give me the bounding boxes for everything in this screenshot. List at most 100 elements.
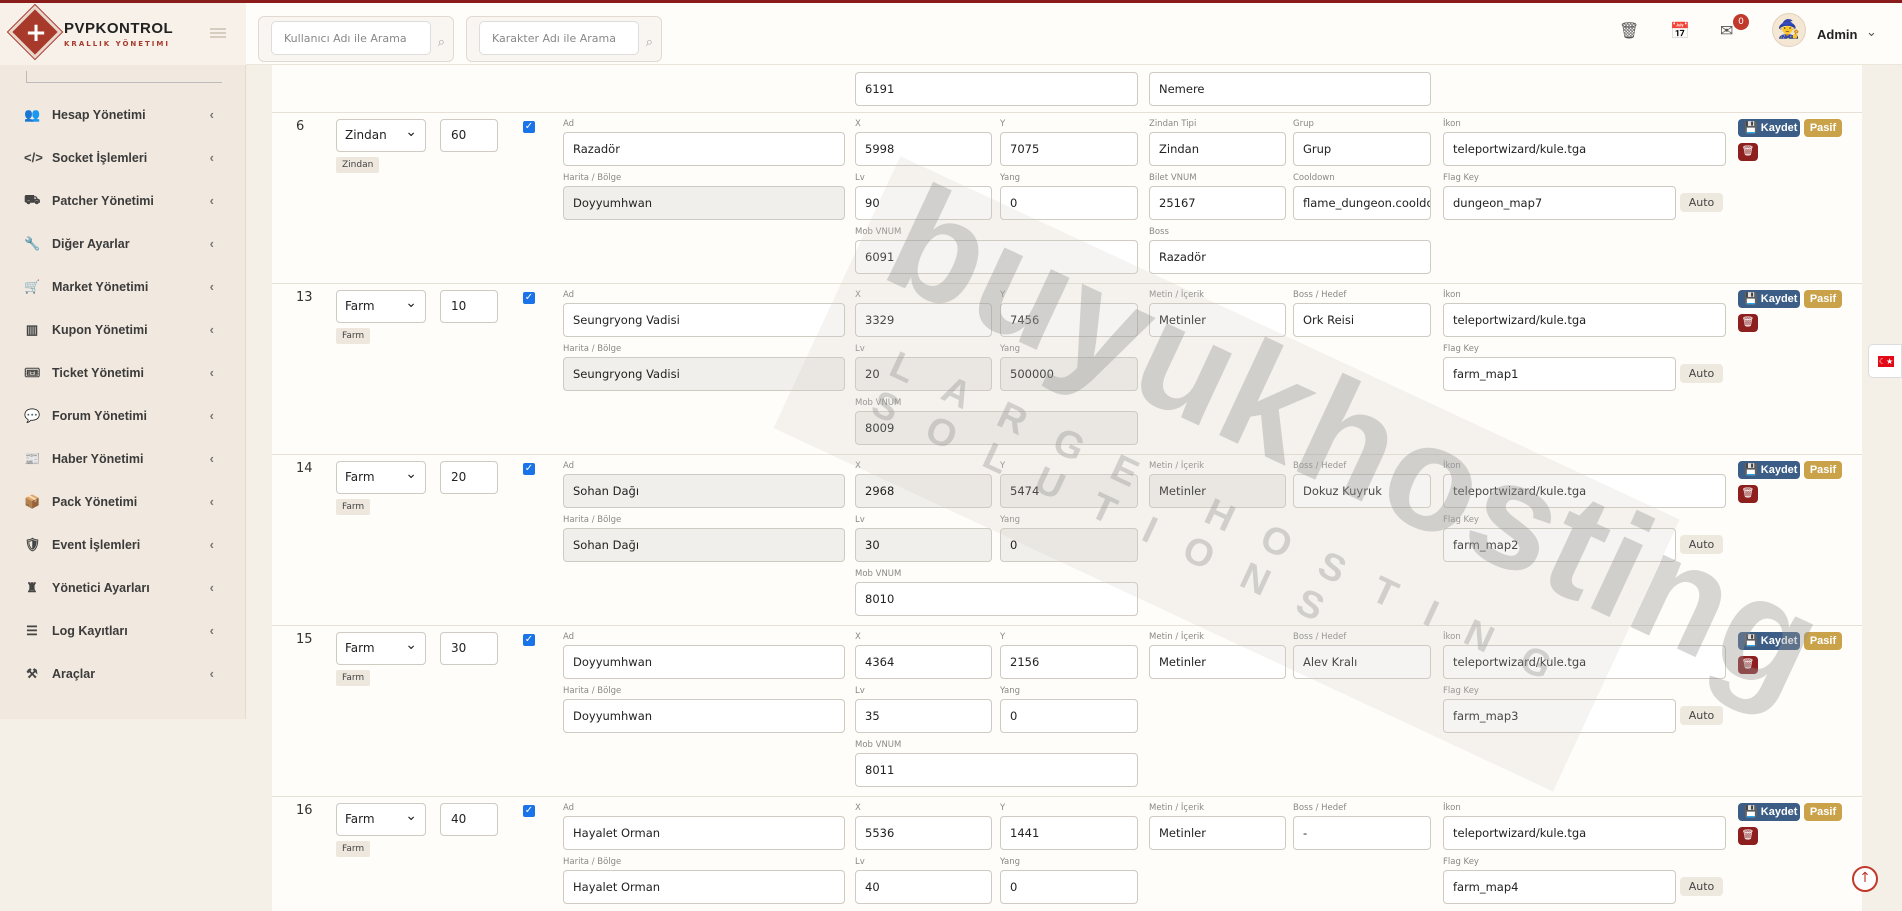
sidebar-item-haber[interactable]: 📰 Haber Yönetimi ‹ [0, 437, 246, 480]
boss-field[interactable]: Nemere [1149, 72, 1431, 106]
boss-target-field[interactable]: Alev Kralı [1293, 645, 1431, 679]
icon-field[interactable]: teleportwizard/kule.tga [1443, 474, 1726, 508]
type-select[interactable]: Zindan [336, 117, 426, 152]
sidebar-item-kupon[interactable]: ▥ Kupon Yönetimi ‹ [0, 308, 246, 351]
order-input[interactable]: 60 [440, 119, 498, 152]
active-checkbox[interactable]: ✓ [523, 634, 535, 646]
flag-key-field[interactable]: farm_map2 [1443, 528, 1676, 562]
chevron-down-icon[interactable]: ⌄ [1866, 25, 1877, 40]
deactivate-button[interactable]: Pasif [1804, 803, 1842, 821]
avatar[interactable]: 🧙 [1772, 13, 1806, 47]
auto-button[interactable]: Auto [1680, 364, 1723, 383]
user-search-input[interactable] [271, 21, 431, 55]
sidebar-item-log[interactable]: ☰ Log Kayıtları ‹ [0, 609, 246, 652]
mob-vnum-field[interactable]: 8010 [855, 582, 1138, 616]
icon-field[interactable]: teleportwizard/kule.tga [1443, 645, 1726, 679]
sidebar-item-araclar[interactable]: ⚒ Araçlar ‹ [0, 652, 246, 695]
search-icon[interactable]: ⌕ [438, 35, 445, 50]
sidebar-item-market[interactable]: 🛒 Market Yönetimi ‹ [0, 265, 246, 308]
active-checkbox[interactable]: ✓ [523, 121, 535, 133]
mob-vnum-field[interactable]: 8009 [855, 411, 1138, 445]
mob-vnum-field[interactable]: 6091 [855, 240, 1138, 274]
deactivate-button[interactable]: Pasif [1804, 461, 1842, 479]
level-field[interactable]: 90 [855, 186, 992, 220]
cooldown-field[interactable]: flame_dungeon.cooldown [1293, 186, 1431, 220]
language-switcher[interactable]: ☾★ [1868, 344, 1902, 378]
auto-button[interactable]: Auto [1680, 535, 1723, 554]
type-select[interactable]: Farm [336, 801, 426, 836]
name-field[interactable]: Razadör [563, 132, 845, 166]
sidebar-item-pack[interactable]: 📦 Pack Yönetimi ‹ [0, 480, 246, 523]
map-field[interactable]: Doyyumhwan [563, 699, 845, 733]
icon-field[interactable]: teleportwizard/kule.tga [1443, 303, 1726, 337]
user-name[interactable]: Admin [1817, 27, 1857, 42]
save-button[interactable]: 💾 Kaydet [1738, 119, 1800, 137]
menu-toggle-icon[interactable] [210, 28, 226, 38]
sidebar-item-forum[interactable]: 💬 Forum Yönetimi ‹ [0, 394, 246, 437]
save-button[interactable]: 💾 Kaydet [1738, 632, 1800, 650]
content-field[interactable]: Metinler [1149, 816, 1286, 850]
sidebar-item-ticket[interactable]: 🎟 Ticket Yönetimi ‹ [0, 351, 246, 394]
group-field[interactable]: Grup [1293, 132, 1431, 166]
boss-target-field[interactable]: - [1293, 816, 1431, 850]
flag-key-field[interactable]: farm_map1 [1443, 357, 1676, 391]
flag-key-field[interactable]: farm_map3 [1443, 699, 1676, 733]
map-field[interactable]: Doyyumhwan [563, 186, 845, 220]
level-field[interactable]: 30 [855, 528, 992, 562]
order-input[interactable]: 20 [440, 461, 498, 494]
boss-target-field[interactable]: Dokuz Kuyruk [1293, 474, 1431, 508]
type-select[interactable]: Farm [336, 630, 426, 665]
flag-key-field[interactable]: farm_map4 [1443, 870, 1676, 904]
x-field[interactable]: 4364 [855, 645, 992, 679]
content-field[interactable]: Metinler [1149, 474, 1286, 508]
active-checkbox[interactable]: ✓ [523, 805, 535, 817]
deactivate-button[interactable]: Pasif [1804, 290, 1842, 308]
name-field[interactable]: Doyyumhwan [563, 645, 845, 679]
icon-field[interactable]: teleportwizard/kule.tga [1443, 132, 1726, 166]
x-field[interactable]: 3329 [855, 303, 992, 337]
yang-field[interactable]: 0 [1000, 870, 1138, 904]
sidebar-item-socket[interactable]: </> Socket İşlemleri ‹ [0, 136, 246, 179]
auto-button[interactable]: Auto [1680, 706, 1723, 725]
y-field[interactable]: 2156 [1000, 645, 1138, 679]
sidebar-item-diger[interactable]: 🔧 Diğer Ayarlar ‹ [0, 222, 246, 265]
save-button[interactable]: 💾 Kaydet [1738, 803, 1800, 821]
y-field[interactable]: 5474 [1000, 474, 1138, 508]
content-field[interactable]: Metinler [1149, 303, 1286, 337]
mail-icon[interactable]: ✉ [1720, 21, 1733, 40]
yang-field[interactable]: 0 [1000, 528, 1138, 562]
icon-field[interactable]: teleportwizard/kule.tga [1443, 816, 1726, 850]
deactivate-button[interactable]: Pasif [1804, 119, 1842, 137]
yang-field[interactable]: 0 [1000, 186, 1138, 220]
map-field[interactable]: Hayalet Orman [563, 870, 845, 904]
y-field[interactable]: 7075 [1000, 132, 1138, 166]
delete-button[interactable]: 🗑 [1738, 143, 1758, 161]
calendar-icon[interactable]: 📅 [1670, 21, 1690, 40]
name-field[interactable]: Sohan Dağı [563, 474, 845, 508]
level-field[interactable]: 40 [855, 870, 992, 904]
type-select[interactable]: Farm [336, 459, 426, 494]
auto-button[interactable]: Auto [1680, 193, 1723, 212]
yang-field[interactable]: 0 [1000, 699, 1138, 733]
order-input[interactable]: 40 [440, 803, 498, 836]
name-field[interactable]: Hayalet Orman [563, 816, 845, 850]
character-search-input[interactable] [479, 21, 639, 55]
save-button[interactable]: 💾 Kaydet [1738, 290, 1800, 308]
scroll-to-top-button[interactable]: ↑ [1852, 866, 1878, 892]
brand[interactable]: + PVPKONTROL KRALLIK YÖNETIMI [0, 3, 246, 65]
sidebar-item-event[interactable]: 🛡 Event İşlemleri ‹ [0, 523, 246, 566]
y-field[interactable]: 1441 [1000, 816, 1138, 850]
mob-vnum-field[interactable]: 8011 [855, 753, 1138, 787]
order-input[interactable]: 10 [440, 290, 498, 323]
delete-button[interactable]: 🗑 [1738, 314, 1758, 332]
trash-icon[interactable]: 🗑 [1619, 21, 1639, 40]
delete-button[interactable]: 🗑 [1738, 656, 1758, 674]
deactivate-button[interactable]: Pasif [1804, 632, 1842, 650]
dungeon-type-field[interactable]: Zindan [1149, 132, 1286, 166]
order-input[interactable]: 30 [440, 632, 498, 665]
active-checkbox[interactable]: ✓ [523, 463, 535, 475]
sidebar-item-yonetici[interactable]: ♜ Yönetici Ayarları ‹ [0, 566, 246, 609]
delete-button[interactable]: 🗑 [1738, 485, 1758, 503]
search-icon[interactable]: ⌕ [646, 35, 653, 50]
yang-field[interactable]: 500000 [1000, 357, 1138, 391]
